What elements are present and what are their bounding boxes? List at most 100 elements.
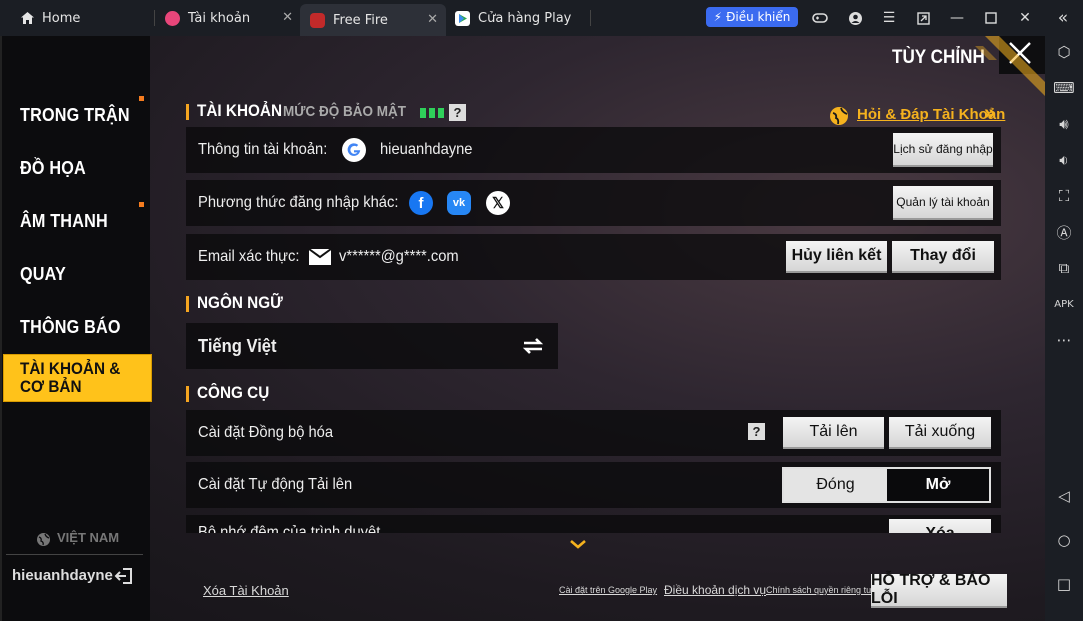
email-value: v******@g****.com	[339, 248, 459, 265]
support-report-button[interactable]: HỖ TRỢ & BÁO LỖI	[871, 572, 1007, 608]
screen-size-icon[interactable]: ⛶	[1054, 186, 1074, 206]
globe-icon	[37, 533, 50, 546]
x-twitter-icon[interactable]: 𝕏	[486, 191, 510, 215]
volume-down-icon[interactable]: 🔉︎	[1054, 150, 1074, 170]
tab-play-store[interactable]: Cửa hàng Play	[455, 4, 590, 32]
tab-free-fire[interactable]: Free Fire ✕	[300, 4, 446, 36]
other-login-row: Phương thức đăng nhập khác: f vk 𝕏 Quản …	[186, 180, 1001, 226]
keyboard-icon[interactable]: ⌨	[1053, 78, 1075, 98]
upload-button[interactable]: Tải lên	[783, 417, 884, 449]
section-title-tools: CÔNG CỤ	[197, 383, 270, 402]
section-marker	[186, 296, 189, 312]
vk-icon[interactable]: vk	[447, 191, 471, 215]
language-value: Tiếng Việt	[198, 336, 277, 356]
region-label: VIỆT NAM	[57, 530, 120, 545]
game-viewport: TRONG TRẬN ĐỒ HỌA ÂM THANH QUAY THÔNG BÁ…	[0, 36, 1045, 621]
more-icon[interactable]: ⋯	[1054, 330, 1074, 350]
account-info-row: Thông tin tài khoản: hieuanhdayne Lịch s…	[186, 127, 1001, 173]
tab-account[interactable]: Tài khoản ✕	[165, 4, 295, 32]
tab-label: Tài khoản	[188, 10, 251, 26]
nav-item-notifications[interactable]: THÔNG BÁO	[20, 317, 121, 338]
home-icon	[21, 12, 34, 24]
account-info-label: Thông tin tài khoản:	[198, 141, 328, 158]
nav-item-account-basic[interactable]: TÀI KHOẢN & CƠ BẢN	[3, 354, 152, 402]
settings-hex-icon[interactable]: ⬡	[1054, 42, 1074, 62]
free-fire-app-icon	[310, 12, 325, 28]
email-row: Email xác thực: v******@g****.com Hủy li…	[186, 234, 1001, 280]
download-button[interactable]: Tải xuống	[889, 417, 991, 449]
auto-translate-icon[interactable]: Ⓐ	[1054, 222, 1074, 242]
close-icon[interactable]: ✕	[282, 10, 293, 25]
delete-account-link[interactable]: Xóa Tài Khoản	[203, 583, 289, 598]
clear-cache-button[interactable]: Xóa	[889, 519, 991, 533]
language-selector[interactable]: Tiếng Việt	[186, 323, 558, 369]
sync-label: Cài đặt Đồng bộ hóa	[198, 424, 334, 441]
lightning-icon: ⚡	[713, 10, 723, 24]
auto-upload-toggle[interactable]: Đóng Mở	[782, 467, 991, 503]
section-marker	[186, 104, 189, 120]
account-circle-icon[interactable]	[845, 8, 865, 28]
apk-install-icon[interactable]: APK	[1054, 294, 1074, 314]
play-store-icon	[455, 10, 470, 26]
volume-up-icon[interactable]: 🔊︎	[1054, 114, 1074, 134]
notification-dot	[139, 202, 144, 207]
other-login-label: Phương thức đăng nhập khác:	[198, 194, 399, 211]
tab-label: Cửa hàng Play	[478, 10, 572, 26]
envelope-icon	[308, 248, 332, 265]
logout-icon[interactable]	[114, 566, 134, 586]
chevron-down-icon[interactable]	[569, 539, 587, 550]
privacy-link[interactable]: Chính sách quyền riêng tư	[766, 585, 872, 595]
account-app-icon	[165, 10, 180, 26]
multi-instance-icon[interactable]: ⧉	[1054, 258, 1074, 278]
tab-separator	[154, 10, 155, 26]
recents-icon[interactable]: □	[1054, 574, 1074, 594]
change-email-button[interactable]: Thay đổi	[892, 241, 994, 273]
help-icon[interactable]: ?	[748, 423, 765, 440]
section-title-account: TÀI KHOẢN	[197, 101, 283, 120]
home-circle-icon[interactable]: ○	[1054, 530, 1074, 550]
auto-upload-row: Cài đặt Tự động Tải lên Đóng Mở	[186, 462, 1001, 508]
notification-dot	[139, 96, 144, 101]
google-play-settings-link[interactable]: Cài đặt trên Google Play	[559, 585, 657, 595]
login-history-button[interactable]: Lịch sử đăng nhập	[893, 133, 993, 167]
nav-active-label: TÀI KHOẢN & CƠ BẢN	[20, 359, 121, 396]
security-level-bars	[420, 108, 444, 118]
nav-item-in-match[interactable]: TRONG TRẬN	[20, 105, 130, 126]
manage-accounts-button[interactable]: Quản lý tài khoản	[893, 186, 993, 220]
swap-icon	[522, 338, 544, 354]
decorative-stripes	[975, 36, 1045, 96]
title-bar: Home Tài khoản ✕ Free Fire ✕ Cửa hàng Pl…	[0, 0, 1083, 36]
tab-home[interactable]: Home	[20, 4, 150, 32]
username-label: hieuanhdayne	[12, 567, 113, 584]
facebook-icon[interactable]: f	[409, 191, 433, 215]
tab-separator	[590, 10, 591, 26]
close-icon[interactable]: ✕	[427, 12, 438, 27]
maximize-icon[interactable]	[981, 8, 1001, 28]
tab-label: Free Fire	[333, 12, 388, 28]
unlink-button[interactable]: Hủy liên kết	[786, 241, 887, 273]
toggle-on-option[interactable]: Mở	[887, 469, 989, 501]
email-label: Email xác thực:	[198, 248, 300, 265]
control-button[interactable]: ⚡ Điều khiển	[706, 7, 798, 27]
close-icon[interactable]: ✕	[1015, 8, 1035, 28]
restore-icon[interactable]	[913, 8, 933, 28]
account-username: hieuanhdayne	[380, 141, 473, 158]
divider	[6, 554, 143, 555]
nav-item-sound[interactable]: ÂM THANH	[20, 211, 108, 232]
faq-globe-icon	[830, 107, 848, 125]
right-toolbar: ⬡ ⌨ 🔊︎ 🔉︎ ⛶ Ⓐ ⧉ APK ⋯ ◁ ○ □	[1045, 36, 1083, 621]
browser-cache-row: Bộ nhớ đệm của trình duyệt Xóa	[186, 515, 1001, 533]
menu-icon[interactable]: ☰	[879, 8, 899, 28]
sync-row: Cài đặt Đồng bộ hóa ? Tải lên Tải xuống	[186, 410, 1001, 456]
toggle-off-option[interactable]: Đóng	[784, 469, 887, 501]
nav-item-graphics[interactable]: ĐỒ HỌA	[20, 158, 86, 179]
terms-link[interactable]: Điều khoản dịch vụ	[664, 583, 766, 597]
minimize-icon[interactable]: —	[947, 8, 967, 28]
help-icon[interactable]: ?	[449, 104, 466, 121]
collapse-sidebar-icon[interactable]: «	[1053, 8, 1073, 28]
gamepad-icon[interactable]	[810, 8, 830, 28]
scroll-clip: Bộ nhớ đệm của trình duyệt Xóa	[186, 515, 1001, 533]
chevron-double-right-icon: »	[984, 102, 996, 124]
nav-item-record[interactable]: QUAY	[20, 264, 66, 285]
back-icon[interactable]: ◁	[1054, 486, 1074, 506]
